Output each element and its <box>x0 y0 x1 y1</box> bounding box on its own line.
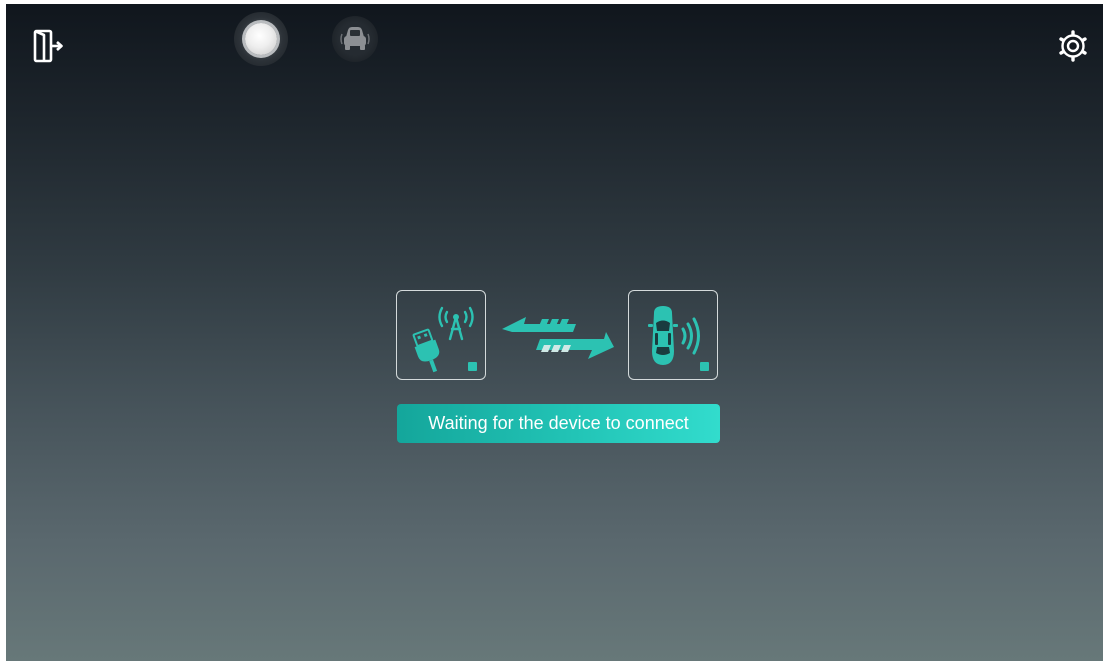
exit-door-icon <box>33 29 63 63</box>
vehicle-status-indicator <box>700 362 709 371</box>
device-status-indicator <box>468 362 477 371</box>
app-screen: Waiting for the device to connect <box>6 4 1103 661</box>
car-rear-icon <box>340 27 370 50</box>
connection-panel: Waiting for the device to connect <box>396 290 726 450</box>
bidirectional-arrows-icon <box>502 317 614 359</box>
car-view-button[interactable] <box>332 16 378 62</box>
settings-button[interactable] <box>1051 24 1095 68</box>
connection-status-label: Waiting for the device to connect <box>397 404 720 443</box>
vehicle-box <box>628 290 718 380</box>
device-box <box>396 290 486 380</box>
record-button[interactable] <box>234 12 288 66</box>
record-circle-icon <box>245 23 277 55</box>
gear-icon <box>1059 30 1087 62</box>
exit-button[interactable] <box>28 26 68 66</box>
